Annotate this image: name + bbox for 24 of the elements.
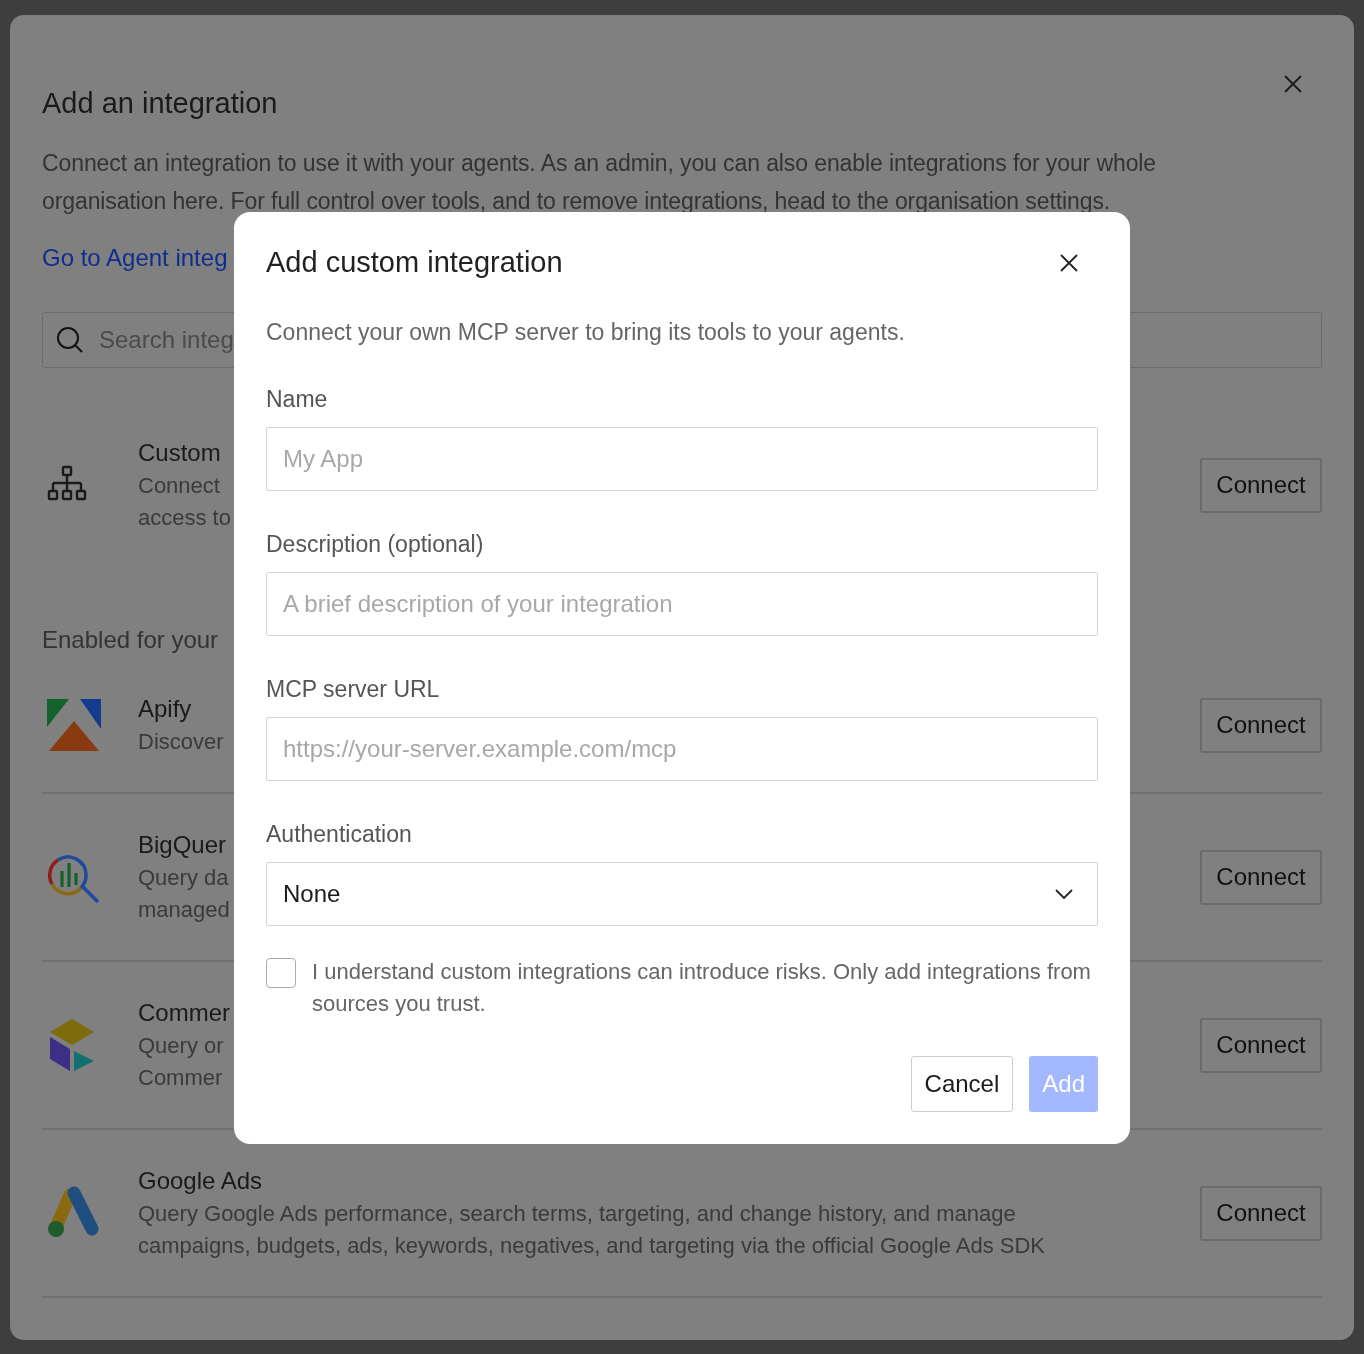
integration-description: Query or [138, 1032, 224, 1060]
field-label: MCP server URL [266, 676, 440, 703]
field-label: Authentication [266, 821, 412, 848]
integration-name: Commer [138, 998, 230, 1028]
integration-name: BigQuer [138, 830, 227, 860]
consent-text: I understand custom integrations can introduce risks. Only add integrations from sources you trust. [312, 958, 1092, 1018]
integration-description: access to [138, 504, 231, 532]
integration-name: Google Ads [138, 1166, 263, 1196]
integration-description: Discover [138, 728, 224, 756]
integration-name: Apify [138, 694, 192, 724]
integration-description: Query da [138, 864, 229, 892]
section-heading: Enabled for your [42, 626, 220, 654]
integration-name: Custom [138, 438, 221, 468]
dialog-subtitle: Connect your own MCP server to bring its tools to your agents. [266, 319, 906, 346]
integration-description: Commer [138, 1064, 223, 1092]
integration-description: Connect [138, 472, 220, 500]
dialog-title: Add an integration [42, 87, 278, 120]
dialog-description: Connect an integration to use it with your agents. As an admin, you can also enable integrations for your whole organisation here. For full control over tools, and to remove integrations, head to the organisation settings. [42, 149, 1158, 216]
integration-description: Query Google Ads performance, search terms, targeting, and change history, and manage [138, 1200, 1016, 1228]
field-label: Name [266, 386, 328, 413]
dialog-title: Add custom integration [266, 246, 563, 279]
integration-description: campaigns, budgets, ads, keywords, negatives, and targeting via the official Google Ads SDK [138, 1232, 1046, 1260]
integration-description: managed [138, 896, 230, 924]
field-label: Description (optional) [266, 531, 484, 558]
